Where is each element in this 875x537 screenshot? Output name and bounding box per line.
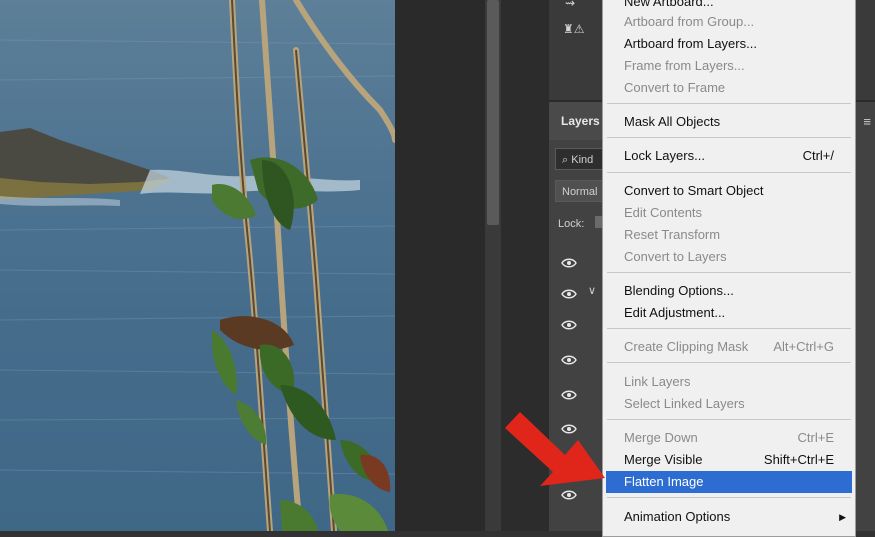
group-chevron-icon[interactable]: ∨ (588, 284, 596, 297)
menu-separator (607, 328, 851, 329)
tab-layers[interactable]: Layers (549, 102, 609, 140)
menu-separator (607, 419, 851, 420)
menu-item-convert-to-layers[interactable]: Convert to Layers (606, 246, 852, 268)
visibility-eye-icon[interactable] (561, 390, 577, 400)
menu-item-reset-transform[interactable]: Reset Transform (606, 224, 852, 246)
menu-item-select-linked-layers[interactable]: Select Linked Layers (606, 393, 852, 415)
menu-separator (607, 272, 851, 273)
kind-filter-label: Kind (571, 154, 594, 166)
visibility-eye-icon[interactable] (561, 424, 577, 434)
menu-item-flatten-image[interactable]: Flatten Image (606, 471, 852, 493)
visibility-eye-icon[interactable] (561, 355, 577, 365)
menu-item-edit-adjustment[interactable]: Edit Adjustment... (606, 302, 852, 324)
menu-item-merge-visible[interactable]: Merge Visible Shift+Ctrl+E (606, 449, 852, 471)
menu-item-frame-from-layers[interactable]: Frame from Layers... (606, 55, 852, 77)
visibility-eye-icon[interactable] (561, 258, 577, 268)
menu-separator (607, 362, 851, 363)
photo-scene (0, 0, 395, 531)
layer-context-menu: New Artboard... Artboard from Group... A… (602, 0, 856, 537)
menu-item-convert-to-frame[interactable]: Convert to Frame (606, 77, 852, 99)
menu-separator (607, 172, 851, 173)
menu-item-edit-contents[interactable]: Edit Contents (606, 202, 852, 224)
menu-item-animation-options[interactable]: Animation Options ▶ (606, 506, 852, 528)
menu-item-mask-all-objects[interactable]: Mask All Objects (606, 111, 852, 133)
visibility-eye-icon[interactable] (561, 289, 577, 299)
menu-item-artboard-from-layers[interactable]: Artboard from Layers... (606, 33, 852, 55)
menu-item-merge-down[interactable]: Merge Down Ctrl+E (606, 427, 852, 449)
menu-item-link-layers[interactable]: Link Layers (606, 371, 852, 393)
photo-canvas (0, 0, 395, 531)
warning-icon[interactable]: ♜⚠ (563, 22, 585, 36)
visibility-eye-icon[interactable] (561, 320, 577, 330)
menu-item-blending-options[interactable]: Blending Options... (606, 280, 852, 302)
menu-item-artboard-from-group[interactable]: Artboard from Group... (606, 11, 852, 33)
menu-separator (607, 497, 851, 498)
scrollbar-thumb[interactable] (487, 0, 499, 225)
search-icon: ⌕ (562, 154, 569, 166)
canvas-gutter (395, 0, 485, 531)
submenu-arrow-icon: ▶ (839, 512, 846, 522)
panel-dock-strip (501, 0, 549, 531)
menu-item-lock-layers[interactable]: Lock Layers... Ctrl+/ (606, 145, 852, 167)
menu-separator (607, 103, 851, 104)
menu-item-create-clipping-mask[interactable]: Create Clipping Mask Alt+Ctrl+G (606, 336, 852, 358)
menu-item-convert-to-smart-object[interactable]: Convert to Smart Object (606, 180, 852, 202)
lock-label: Lock: (558, 218, 585, 230)
menu-separator (607, 137, 851, 138)
visibility-eye-icon[interactable] (561, 490, 577, 500)
panel-menu-icon[interactable]: ≡ (863, 114, 871, 129)
adjust-icon[interactable]: ⇝ (565, 0, 575, 10)
